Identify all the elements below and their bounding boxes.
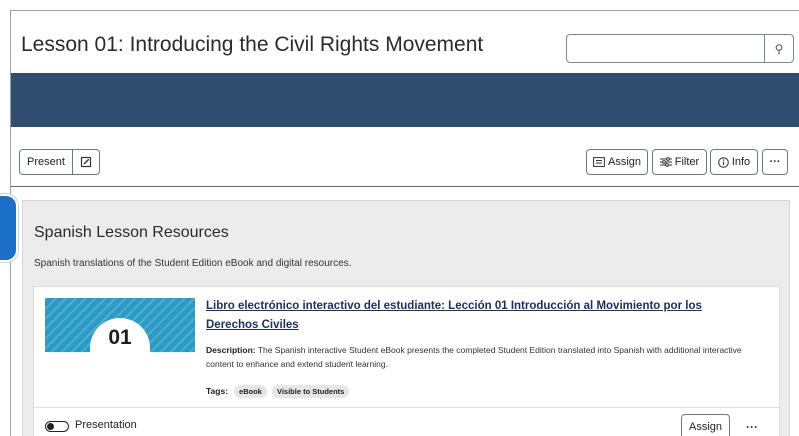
lesson-banner	[11, 73, 799, 127]
present-button[interactable]: Present	[19, 149, 73, 175]
tags-label: Tags:	[206, 386, 229, 396]
toggle-knob	[47, 422, 54, 430]
present-button-label: Present	[27, 156, 65, 168]
info-icon	[718, 156, 729, 168]
assign-button[interactable]: Assign	[586, 149, 648, 175]
toolbar: Present Assign Filter Info ···	[11, 149, 799, 185]
filter-button-label: Filter	[674, 156, 700, 168]
page-title: Lesson 01: Introducing the Civil Rights …	[21, 33, 484, 56]
section-description: Spanish translations of the Student Edit…	[34, 258, 352, 269]
resource-thumbnail[interactable]: 01	[45, 298, 195, 352]
assign-button-label: Assign	[607, 156, 642, 168]
resource-tags: Tags: eBook Visible to Students	[206, 384, 354, 398]
callout-pointer	[0, 194, 18, 262]
edit-icon	[80, 156, 92, 168]
resource-card: 01 Libro electrónico interactivo del est…	[33, 286, 780, 436]
assign-icon	[593, 157, 605, 167]
resource-description: Description: The Spanish interactive Stu…	[206, 343, 761, 371]
edit-button[interactable]	[72, 149, 100, 175]
presentation-label: Presentation	[75, 419, 137, 431]
search-button[interactable]: ⚲	[764, 35, 793, 62]
more-icon: ···	[769, 156, 781, 168]
tag-visible-to-students: Visible to Students	[271, 384, 350, 398]
thumbnail-number: 01	[108, 326, 132, 349]
resource-more-button[interactable]: ···	[739, 414, 765, 436]
filter-button[interactable]: Filter	[652, 149, 707, 175]
resource-title-link[interactable]: Libro electrónico interactivo del estudi…	[206, 297, 746, 335]
toolbar-divider	[11, 186, 799, 187]
resource-assign-label: Assign	[688, 421, 723, 433]
info-button[interactable]: Info	[710, 149, 758, 175]
spanish-resources-section: Spanish Lesson Resources Spanish transla…	[22, 200, 790, 436]
description-text: The Spanish interactive Student eBook pr…	[206, 345, 742, 369]
filter-icon	[659, 157, 672, 167]
info-button-label: Info	[731, 156, 751, 168]
tag-ebook: eBook	[234, 384, 267, 398]
search-box: ⚲	[566, 34, 794, 63]
presentation-toggle[interactable]	[45, 421, 69, 432]
card-divider	[34, 407, 779, 408]
description-label: Description:	[206, 345, 256, 355]
search-icon: ⚲	[774, 41, 784, 56]
more-icon: ···	[746, 420, 758, 434]
section-title: Spanish Lesson Resources	[34, 224, 229, 241]
search-input[interactable]	[569, 37, 763, 60]
lesson-page: Lesson 01: Introducing the Civil Rights …	[10, 10, 799, 436]
resource-assign-button[interactable]: Assign	[681, 414, 730, 436]
more-options-button[interactable]: ···	[762, 149, 788, 175]
